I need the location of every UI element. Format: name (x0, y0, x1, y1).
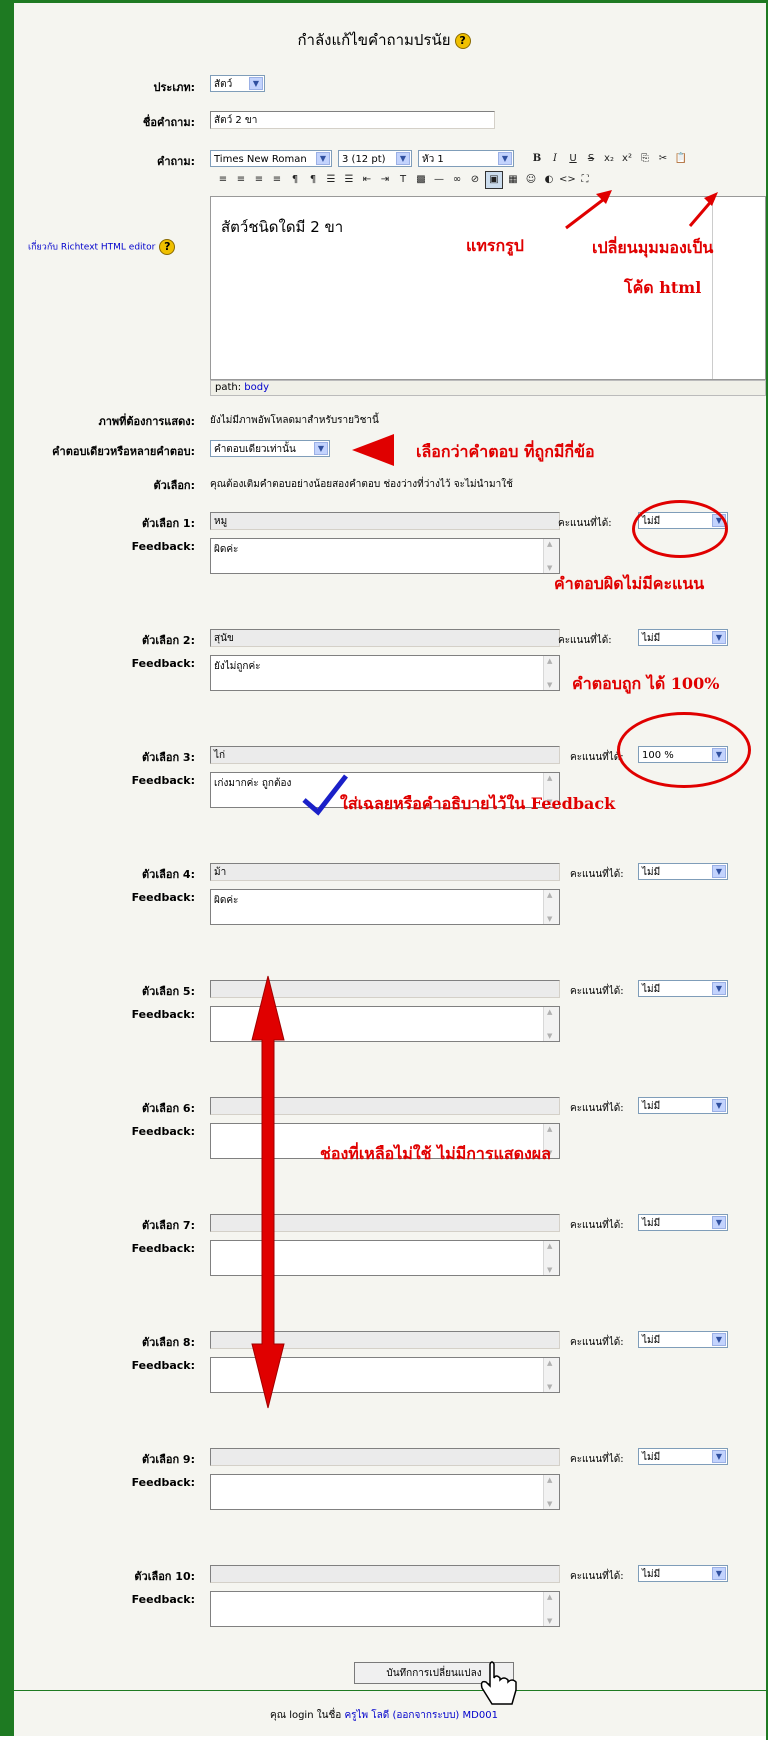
logout-link[interactable]: (ออกจากระบบ) (392, 1710, 459, 1721)
course-link[interactable]: MD001 (463, 1710, 498, 1721)
arrow-answer-count (352, 434, 394, 466)
footer-divider (14, 1690, 766, 1691)
checkmark-icon (302, 774, 348, 816)
arrow-head-html-view (704, 192, 718, 206)
footer-login-info: คุณ login ในชื่อ ครูไพ โลดี (ออกจากระบบ)… (270, 1710, 498, 1721)
arrow-insert-image (565, 194, 609, 230)
user-link[interactable]: ครูไพ โลดี (344, 1710, 389, 1721)
hand-cursor-icon (480, 1661, 517, 1705)
annotation-arrows (251, 190, 718, 1409)
double-arrow-unused (251, 975, 285, 1409)
